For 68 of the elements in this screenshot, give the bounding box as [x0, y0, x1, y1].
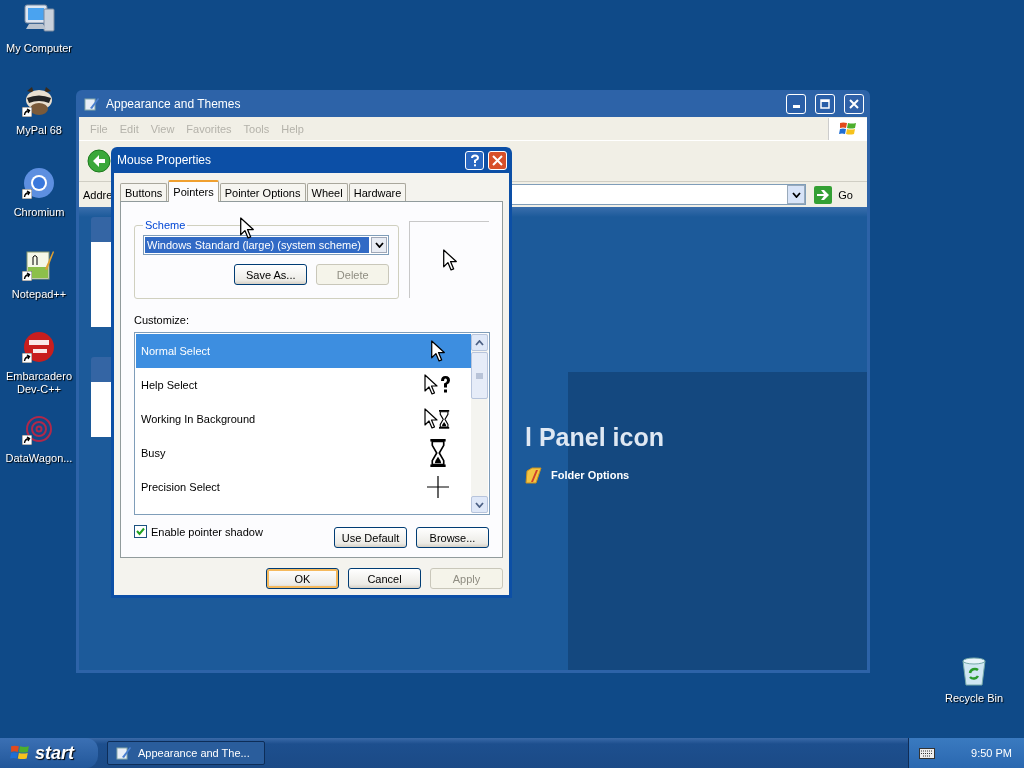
tab[interactable]: Pointers	[168, 180, 219, 202]
maximize-button[interactable]	[815, 93, 835, 114]
dialog-title: Mouse Properties	[117, 153, 213, 167]
hourglass-icon	[430, 439, 446, 467]
checkbox[interactable]	[134, 525, 147, 538]
help-button[interactable]	[465, 150, 484, 170]
scheme-dropdown[interactable]: Windows Standard (large) (system scheme)	[143, 235, 389, 255]
group-label: Scheme	[144, 219, 187, 231]
scrollbar[interactable]	[471, 334, 488, 513]
working-cursor-icon	[424, 407, 452, 431]
chromium-icon	[23, 167, 55, 199]
window-title: Appearance and Themes	[106, 96, 242, 111]
control-panel-icon	[84, 95, 100, 112]
windows-logo-icon	[10, 744, 30, 762]
mouse-pointer-icon	[239, 217, 255, 239]
list-button[interactable]: Browse...	[416, 527, 489, 548]
caret-up-icon	[475, 339, 484, 346]
customize-label: Customize:	[134, 314, 191, 326]
cursor-list-item[interactable]: Working In Background	[136, 402, 471, 436]
close-button[interactable]	[844, 93, 864, 114]
address-label: Addre	[83, 188, 113, 201]
task-link[interactable]: Folder Options	[551, 469, 630, 481]
windows-logo-icon	[839, 120, 857, 137]
section-heading: l Panel icon	[525, 423, 664, 452]
cursor-list-item[interactable]: Precision Select	[136, 470, 471, 504]
tab[interactable]: Buttons	[120, 183, 168, 201]
help-cursor-icon	[424, 373, 452, 397]
dialog-button[interactable]: Cancel	[348, 568, 421, 589]
back-button[interactable]	[87, 149, 111, 173]
taskbar-button[interactable]: Appearance and The...	[107, 741, 265, 765]
computer-icon	[22, 3, 56, 35]
close-button[interactable]	[488, 150, 507, 170]
go-button[interactable]: Go	[810, 184, 867, 205]
minimize-button[interactable]	[786, 93, 806, 114]
cursor-list-item[interactable]: Help Select	[136, 368, 471, 402]
arrow-cursor-icon	[441, 249, 458, 271]
desktop-icon-label[interactable]: My Computer	[1, 42, 77, 55]
question-mark-icon	[469, 153, 480, 167]
desktop-icon-label[interactable]: MyPal 68	[1, 124, 77, 137]
keyboard-icon[interactable]	[919, 747, 935, 759]
desktop-icon-label[interactable]: DataWagon...	[1, 452, 77, 465]
desktop-icon-label[interactable]: Recycle Bin	[944, 692, 1004, 704]
maximize-icon	[820, 98, 830, 109]
list-button[interactable]: Use Default	[334, 527, 407, 548]
clock[interactable]: 9:50 PM	[971, 747, 1012, 759]
checkbox-label[interactable]: Enable pointer shadow	[151, 525, 263, 538]
crosshair-icon	[427, 476, 449, 498]
recycle-bin-icon	[960, 656, 988, 686]
desktop-icon-label[interactable]: Embarcadero Dev-C++	[1, 370, 77, 396]
control-panel-icon	[116, 745, 132, 761]
close-icon	[492, 154, 503, 166]
desktop-icon-label[interactable]: Notepad++	[1, 288, 77, 301]
scheme-button[interactable]: Save As...	[234, 264, 308, 285]
desktop-icon-label[interactable]: Chromium	[1, 206, 77, 219]
grip-icon	[476, 372, 483, 379]
tab[interactable]: Hardware	[348, 183, 407, 201]
notepad-icon	[23, 249, 55, 281]
minimize-icon	[792, 105, 800, 108]
arrow-cursor-icon	[430, 340, 446, 362]
dialog-button[interactable]: OK	[266, 568, 339, 589]
cursor-list-item[interactable]: Busy	[136, 436, 471, 470]
arrow-right-icon	[814, 185, 833, 204]
start-button[interactable]: start	[0, 738, 98, 768]
caret-down-icon	[475, 501, 484, 508]
folder-icon	[525, 466, 543, 484]
tab[interactable]: Pointer Options	[219, 183, 306, 201]
close-icon	[849, 98, 859, 109]
tab[interactable]: Wheel	[306, 183, 348, 201]
